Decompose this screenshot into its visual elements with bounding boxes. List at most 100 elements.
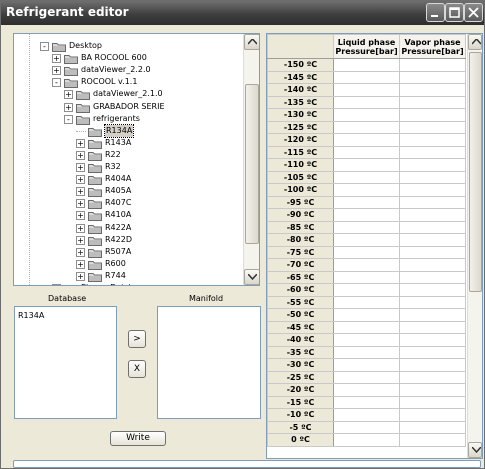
expand-toggle[interactable]: + [76,175,85,185]
vapor-pressure-cell[interactable] [399,170,466,184]
tree-item[interactable]: + R405A [14,185,244,198]
table-scrollbar[interactable] [467,34,482,458]
vapor-pressure-cell[interactable] [399,58,466,72]
expand-toggle[interactable]: + [76,163,85,172]
scroll-up-button[interactable] [244,34,259,50]
liquid-pressure-cell[interactable] [333,95,400,109]
vapor-pressure-cell[interactable] [399,295,466,309]
vapor-pressure-cell[interactable] [399,83,466,97]
liquid-pressure-cell[interactable] [333,270,400,284]
vapor-pressure-cell[interactable] [399,145,466,159]
liquid-pressure-cell[interactable] [333,208,400,222]
title-bar[interactable]: Refrigerant editor [1,1,484,25]
vapor-pressure-cell[interactable] [399,220,466,234]
expand-toggle[interactable]: + [64,102,73,112]
vapor-pressure-cell[interactable] [399,258,466,272]
tree-item[interactable]: + R744 [14,270,244,282]
vapor-pressure-cell[interactable] [399,158,466,172]
vapor-pressure-cell[interactable] [399,95,466,109]
vapor-pressure-cell[interactable] [399,420,466,434]
expand-toggle[interactable]: + [76,271,85,281]
tree-item[interactable]: + R410A [14,209,244,222]
liquid-pressure-cell[interactable] [333,83,400,97]
liquid-pressure-cell[interactable] [333,383,400,397]
vapor-pressure-cell[interactable] [399,133,466,147]
manifold-list[interactable] [157,306,261,419]
liquid-pressure-cell[interactable] [333,333,400,347]
expand-toggle[interactable]: + [52,284,61,285]
liquid-pressure-cell[interactable] [333,258,400,272]
vapor-pressure-cell[interactable] [399,283,466,297]
vapor-pressure-cell[interactable] [399,370,466,384]
vapor-pressure-cell[interactable] [399,183,466,197]
minimize-button[interactable] [426,3,445,22]
liquid-pressure-cell[interactable] [333,295,400,309]
vapor-pressure-cell[interactable] [399,345,466,359]
tree-item[interactable]: + dataViewer_2.1.0 [14,88,244,101]
liquid-pressure-cell[interactable] [333,170,400,184]
liquid-pressure-cell[interactable] [333,420,400,434]
tree-item[interactable]: + BA ROCOOL 600 [14,52,244,65]
add-to-manifold-button[interactable]: > [128,330,146,348]
tree-item[interactable]: + Eicone Datsios [14,282,244,285]
tree-scrollbar[interactable] [243,34,259,285]
expand-toggle[interactable]: + [76,235,85,245]
vapor-pressure-cell[interactable] [399,245,466,259]
expand-toggle[interactable]: + [76,259,85,269]
database-item[interactable]: R134A [18,311,44,320]
vapor-pressure-cell[interactable] [399,333,466,347]
expand-toggle[interactable]: + [52,54,61,64]
tree-item[interactable]: + R600 [14,258,244,270]
collapse-toggle[interactable]: - [52,78,61,88]
vapor-pressure-cell[interactable] [399,408,466,422]
write-button[interactable]: Write [110,431,166,446]
vapor-pressure-cell[interactable] [399,383,466,397]
tree-item[interactable]: R134A [14,123,244,138]
tree-item[interactable]: + R422A [14,222,244,234]
scroll-down-button[interactable] [244,269,259,285]
tree-item[interactable]: + R407C [14,197,244,210]
vapor-pressure-cell[interactable] [399,195,466,209]
expand-toggle[interactable]: + [52,66,61,76]
liquid-pressure-cell[interactable] [333,133,400,147]
tree-item[interactable]: + R507A [14,246,244,258]
close-button[interactable] [464,3,483,22]
database-list[interactable]: R134A [14,306,117,419]
vapor-pressure-cell[interactable] [399,233,466,247]
vapor-pressure-cell[interactable] [399,308,466,322]
expand-toggle[interactable]: + [76,211,85,221]
liquid-pressure-cell[interactable] [333,308,400,322]
expand-toggle[interactable]: + [76,199,85,209]
liquid-pressure-cell[interactable] [333,320,400,334]
table-scroll-down-button[interactable] [468,442,482,458]
liquid-pressure-cell[interactable] [333,345,400,359]
tree-scroll-thumb[interactable] [245,84,259,244]
expand-toggle[interactable]: + [76,187,85,197]
tree-item[interactable]: + dataViewer_2.2.0 [14,64,244,77]
vapor-pressure-cell[interactable] [399,208,466,222]
table-scroll-thumb[interactable] [469,52,482,292]
liquid-pressure-cell[interactable] [333,220,400,234]
liquid-pressure-cell[interactable] [333,233,400,247]
tree-item[interactable]: + R422D [14,234,244,246]
tree-item[interactable]: - Desktop [14,40,244,52]
vapor-pressure-cell[interactable] [399,433,466,447]
liquid-pressure-cell[interactable] [333,358,400,372]
liquid-pressure-cell[interactable] [333,183,400,197]
liquid-pressure-cell[interactable] [333,70,400,84]
tree-item[interactable]: + R22 [14,149,244,161]
tree-item[interactable]: + R143A [14,137,244,149]
maximize-button[interactable] [445,3,464,22]
collapse-toggle[interactable]: - [64,114,73,124]
tree-item[interactable]: + R404A [14,173,244,186]
liquid-pressure-cell[interactable] [333,283,400,297]
vapor-pressure-cell[interactable] [399,395,466,409]
expand-toggle[interactable]: + [76,150,85,160]
liquid-pressure-cell[interactable] [333,408,400,422]
liquid-pressure-cell[interactable] [333,120,400,134]
liquid-pressure-cell[interactable] [333,433,400,447]
liquid-pressure-cell[interactable] [333,245,400,259]
vapor-pressure-cell[interactable] [399,108,466,122]
collapse-toggle[interactable]: - [40,42,49,51]
vapor-pressure-cell[interactable] [399,320,466,334]
